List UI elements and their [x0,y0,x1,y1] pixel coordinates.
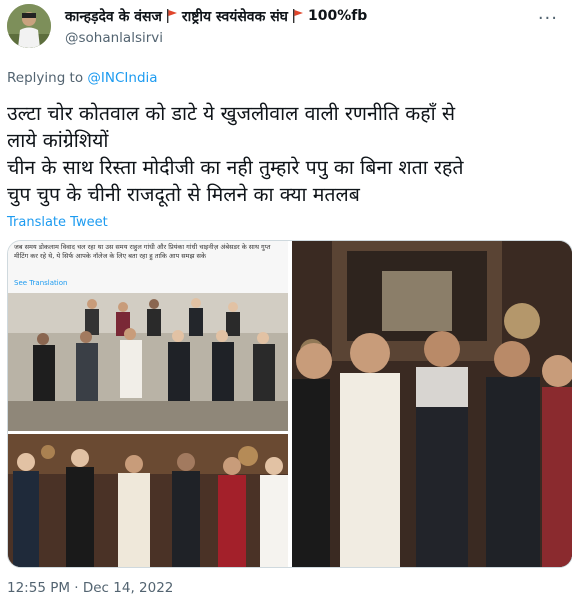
image-caption: जब समय डोकलाम विवाद चल रहा था उस समय राह… [14,243,271,260]
tweet-text-line: उल्टा चोर कोतवाल को डाटे ये खुजलीवाल वाल… [7,102,456,125]
user-handle[interactable]: @sohanlalsirvi [65,30,163,46]
photo-3[interactable] [292,241,572,567]
photo-1[interactable]: जब समय डोकलाम विवाद चल रहा था उस समय राह… [8,241,288,431]
display-name-part-2: राष्ट्रीय स्वयंसेवक संघ [181,8,288,25]
media-grid: जब समय डोकलाम विवाद चल रहा था उस समय राह… [7,240,572,568]
tweet-timestamp[interactable]: 12:55 PM · Dec 14, 2022 [7,580,173,596]
display-name-part-1: कान्हड़देव के वंसज [65,8,162,25]
tweet-text-line: चीन के साथ रिस्ता मोदीजी का नही तुम्हारे… [7,156,464,179]
translate-tweet-link[interactable]: Translate Tweet [7,215,108,230]
replying-to-link[interactable]: @INCIndia [87,70,157,86]
replying-prefix: Replying to [7,70,84,86]
more-options-icon[interactable]: ··· [538,8,558,29]
photo-2[interactable] [8,434,288,567]
flag-icon [166,9,178,23]
avatar[interactable] [7,4,51,48]
tweet-text-line: चुप चुप के चीनी राजदूतो से मिलने का क्या… [7,183,360,206]
image-see-translation: See Translation [14,279,68,287]
display-name-part-3: 100%fb [307,8,368,24]
display-name[interactable]: कान्हड़देव के वंसज राष्ट्रीय स्वयंसेवक स… [65,6,367,26]
flag-icon [292,9,304,23]
tweet-text: उल्टा चोर कोतवाल को डाटे ये खुजलीवाल वाल… [7,100,567,208]
tweet-text-line: लाये कांग्रेशियों [7,129,109,152]
replying-to: Replying to @INCIndia [7,70,158,86]
